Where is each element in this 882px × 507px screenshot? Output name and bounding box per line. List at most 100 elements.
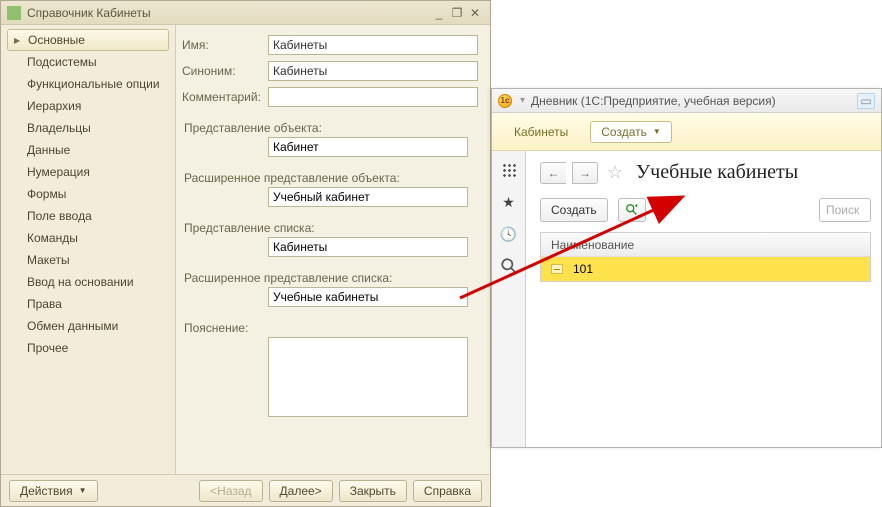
listpres-field[interactable] <box>268 237 468 257</box>
table-row[interactable]: 101 <box>541 257 870 281</box>
sidebar-item-label: Поле ввода <box>27 209 92 223</box>
sidebar-item-owners[interactable]: Владельцы <box>7 117 169 139</box>
listpres-ext-field[interactable] <box>268 287 468 307</box>
history-clock-icon[interactable]: 🕓 <box>500 225 518 243</box>
sidebar-item-hierarchy[interactable]: Иерархия <box>7 95 169 117</box>
sidebar-item-data[interactable]: Данные <box>7 139 169 161</box>
sidebar-item-forms[interactable]: Формы <box>7 183 169 205</box>
configurator-window: Справочник Кабинеты _ ❐ ✕ Основные Подси… <box>0 0 491 507</box>
name-field[interactable] <box>268 35 478 55</box>
element-icon <box>551 264 563 274</box>
sidebar-item-label: Иерархия <box>27 99 81 113</box>
label-listpres-ext: Расширенное представление списка: <box>184 271 478 285</box>
search-placeholder: Поиск <box>826 203 859 217</box>
sidebar-item-label: Основные <box>28 33 85 47</box>
sections-grid-icon[interactable] <box>500 161 518 179</box>
catalog-link[interactable]: Кабинеты <box>508 121 574 143</box>
sidebar-item-label: Обмен данными <box>27 319 118 333</box>
sidebar-item-commands[interactable]: Команды <box>7 227 169 249</box>
cell-name: 101 <box>573 262 593 276</box>
footer: Действия ▼ <Назад Далее> Закрыть Справка <box>1 474 490 506</box>
sidebar-item-funcopts[interactable]: Функциональные опции <box>7 73 169 95</box>
window-title: Справочник Кабинеты <box>27 6 430 20</box>
sidebar-item-label: Формы <box>27 187 66 201</box>
label-name: Имя: <box>182 38 268 52</box>
help-button[interactable]: Справка <box>413 480 482 502</box>
button-label: Действия <box>20 484 73 498</box>
explain-field[interactable] <box>268 337 468 417</box>
catalog-icon <box>7 6 21 20</box>
data-table: Наименование 101 <box>540 232 871 282</box>
label-comment: Комментарий: <box>182 90 268 104</box>
sidebar-item-other[interactable]: Прочее <box>7 337 169 359</box>
sidebar-item-label: Команды <box>27 231 78 245</box>
search-input[interactable]: Поиск <box>819 198 871 222</box>
button-label: <Назад <box>210 484 251 498</box>
create-dropdown[interactable]: Создать ▼ <box>590 121 672 143</box>
button-label: Далее> <box>280 484 322 498</box>
enterprise-title: Дневник (1С:Предприятие, учебная версия) <box>531 94 857 108</box>
sidebar-item-label: Владельцы <box>27 121 91 135</box>
synonym-field[interactable] <box>268 61 478 81</box>
restore-button[interactable]: ❐ <box>448 5 466 21</box>
configurator-titlebar: Справочник Кабинеты _ ❐ ✕ <box>1 1 490 25</box>
button-label: Справка <box>424 484 471 498</box>
sidebar-item-label: Подсистемы <box>27 55 97 69</box>
comment-field[interactable] <box>268 87 478 107</box>
nav-back-button[interactable]: ← <box>540 162 566 184</box>
find-by-current-icon[interactable] <box>618 198 646 222</box>
sidebar-item-exchange[interactable]: Обмен данными <box>7 315 169 337</box>
sidebar-item-rights[interactable]: Права <box>7 293 169 315</box>
next-button[interactable]: Далее> <box>269 480 333 502</box>
sidebar-item-inputbasis[interactable]: Ввод на основании <box>7 271 169 293</box>
label-listpres: Представление списка: <box>184 221 478 235</box>
sidebar-item-main[interactable]: Основные <box>7 29 169 51</box>
enterprise-window: 1c ▾ Дневник (1С:Предприятие, учебная ве… <box>491 88 882 448</box>
sidebar-item-label: Права <box>27 297 62 311</box>
sidebar-item-templates[interactable]: Макеты <box>7 249 169 271</box>
button-label: Закрыть <box>350 484 396 498</box>
search-icon[interactable] <box>500 257 518 275</box>
close-button[interactable]: ✕ <box>466 5 484 21</box>
nav-forward-button[interactable]: → <box>572 162 598 184</box>
chevron-down-icon: ▼ <box>653 127 661 136</box>
sidebar-item-label: Макеты <box>27 253 70 267</box>
back-button[interactable]: <Назад <box>199 480 262 502</box>
link-label: Кабинеты <box>514 125 568 139</box>
favorites-star-icon[interactable]: ★ <box>500 193 518 211</box>
icon-column: ★ 🕓 <box>492 151 526 447</box>
sidebar-item-label: Функциональные опции <box>27 77 160 91</box>
sidebar-item-numbering[interactable]: Нумерация <box>7 161 169 183</box>
content: ← → ☆ Учебные кабинеты Создать Поиск <box>526 151 881 447</box>
label-explain: Пояснение: <box>184 321 478 335</box>
header-label: Наименование <box>551 238 634 252</box>
label-objpres: Представление объекта: <box>184 121 478 135</box>
chevron-down-icon[interactable]: ▾ <box>520 95 525 106</box>
page-title: Учебные кабинеты <box>636 161 798 184</box>
sidebar-item-label: Нумерация <box>27 165 90 179</box>
sidebar-item-label: Данные <box>27 143 70 157</box>
enterprise-toolbar: Кабинеты Создать ▼ <box>492 113 881 151</box>
button-label: Создать <box>551 203 597 217</box>
objpres-ext-field[interactable] <box>268 187 468 207</box>
objpres-field[interactable] <box>268 137 468 157</box>
sidebar-item-inputfield[interactable]: Поле ввода <box>7 205 169 227</box>
sidebar-item-label: Прочее <box>27 341 68 355</box>
actions-button[interactable]: Действия ▼ <box>9 480 98 502</box>
favorite-toggle-star-icon[interactable]: ☆ <box>604 162 626 183</box>
button-label: Создать <box>601 125 647 139</box>
label-objpres-ext: Расширенное представление объекта: <box>184 171 478 185</box>
chevron-down-icon: ▼ <box>79 486 87 495</box>
sidebar-item-label: Ввод на основании <box>27 275 134 289</box>
enterprise-titlebar: 1c ▾ Дневник (1С:Предприятие, учебная ве… <box>492 89 881 113</box>
create-button[interactable]: Создать <box>540 198 608 222</box>
form-main: Имя: Синоним: Комментарий: Представление… <box>176 25 490 474</box>
close-button[interactable]: Закрыть <box>339 480 407 502</box>
label-synonym: Синоним: <box>182 64 268 78</box>
column-header-name[interactable]: Наименование <box>541 233 870 257</box>
minimize-button[interactable]: _ <box>430 5 448 21</box>
sidebar-item-subsystems[interactable]: Подсистемы <box>7 51 169 73</box>
1c-logo-icon: 1c <box>498 94 512 108</box>
sidebar: Основные Подсистемы Функциональные опции… <box>1 25 176 474</box>
enterprise-minimize-button[interactable]: ▭ <box>857 93 875 109</box>
